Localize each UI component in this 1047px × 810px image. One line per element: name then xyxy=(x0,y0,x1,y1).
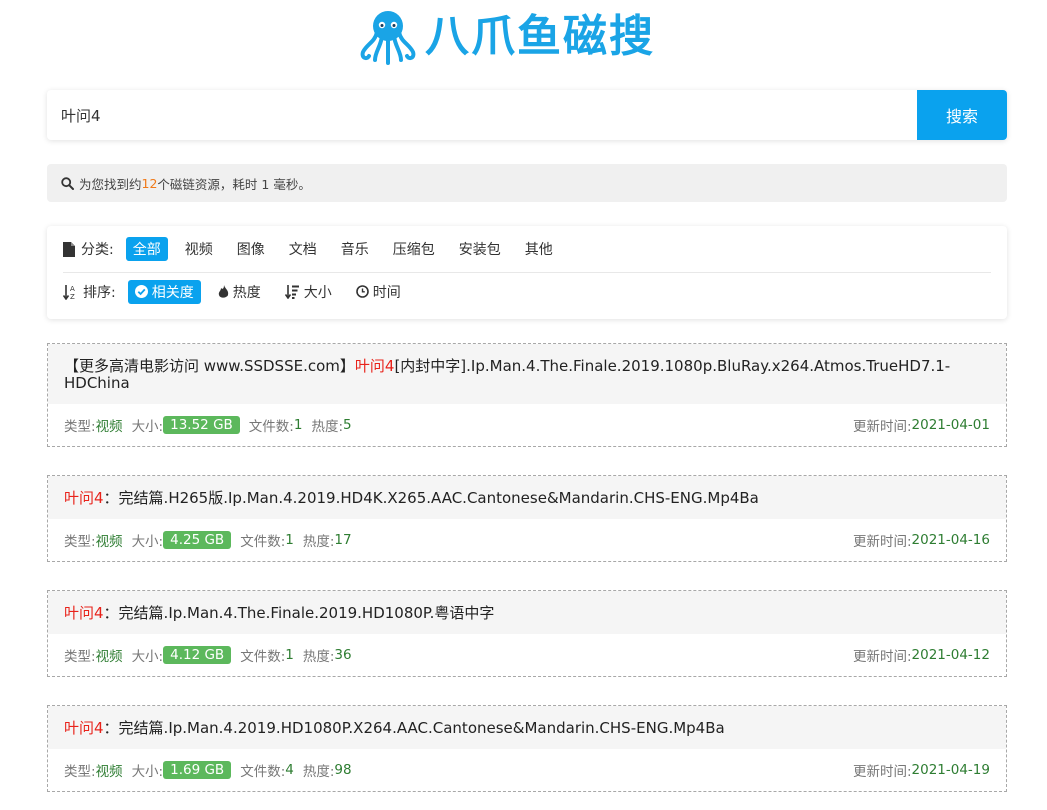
sort-time[interactable]: 时间 xyxy=(349,280,408,304)
category-all[interactable]: 全部 xyxy=(125,237,168,261)
category-installer[interactable]: 安装包 xyxy=(452,237,508,261)
search-button[interactable]: 搜索 xyxy=(917,90,1007,140)
result-meta: 类型: 视频 大小: 4.12 GB 文件数: 1 热度: 36 更新时间: 2021-0… xyxy=(64,646,990,665)
sort-alpha-icon: A Z xyxy=(63,284,75,300)
sort-heat[interactable]: 热度 xyxy=(211,280,268,304)
result-type: 视频 xyxy=(95,419,123,435)
result-summary: 为您找到约 12 个磁链资源，耗时 1 毫秒。 xyxy=(47,164,1007,202)
result-title[interactable]: 【更多高清电影访问 www.SSDSSE.com】叶问4[内封中字].Ip.Ma… xyxy=(48,344,1006,404)
sort-size[interactable]: 大小 xyxy=(278,280,339,304)
result-type: 视频 xyxy=(95,764,123,780)
sort-size-icon xyxy=(284,285,299,299)
result-meta: 类型: 视频 大小: 13.52 GB 文件数: 1 热度: 5 更新时间: 2021-0… xyxy=(64,416,990,435)
result-title[interactable]: 叶问4：完结篇.Ip.Man.4.2019.HD1080P.X264.AAC.C… xyxy=(48,706,1006,749)
update-date: 2021-04-19 xyxy=(911,762,990,778)
result-type: 视频 xyxy=(95,534,123,550)
category-archive[interactable]: 压缩包 xyxy=(386,237,442,261)
heat-value: 17 xyxy=(334,532,352,548)
file-icon xyxy=(63,241,75,257)
result-title[interactable]: 叶问4：完结篇.H265版.Ip.Man.4.2019.HD4K.X265.AA… xyxy=(48,476,1006,519)
result-item: 【更多高清电影访问 www.SSDSSE.com】叶问4[内封中字].Ip.Ma… xyxy=(47,343,1007,447)
update-date: 2021-04-12 xyxy=(911,647,990,663)
filter-panel: 分类: 全部 视频 图像 文档 音乐 压缩包 安装包 其他 A Z 排序: 相关… xyxy=(47,226,1007,319)
logo-text: 八爪鱼磁搜 xyxy=(425,11,655,62)
result-meta: 类型: 视频 大小: 4.25 GB 文件数: 1 热度: 17 更新时间: 2021-0… xyxy=(64,531,990,550)
result-item: 叶问4：完结篇.Ip.Man.4.The.Finale.2019.HD1080P… xyxy=(47,590,1007,677)
result-item: 叶问4：完结篇.H265版.Ip.Man.4.2019.HD4K.X265.AA… xyxy=(47,475,1007,562)
heat-value: 5 xyxy=(343,417,352,433)
heat-value: 98 xyxy=(334,762,352,778)
size-badge: 13.52 GB xyxy=(163,416,240,434)
check-circle-icon xyxy=(134,285,148,298)
result-count: 12 xyxy=(141,175,158,191)
category-document[interactable]: 文档 xyxy=(282,237,324,261)
category-filter-row: 分类: 全部 视频 图像 文档 音乐 压缩包 安装包 其他 xyxy=(63,226,991,272)
category-music[interactable]: 音乐 xyxy=(334,237,376,261)
update-date: 2021-04-01 xyxy=(911,417,990,433)
category-label: 分类: xyxy=(63,239,114,259)
result-item: 叶问4：完结篇.Ip.Man.4.2019.HD1080P.X264.AAC.C… xyxy=(47,705,1007,792)
category-image[interactable]: 图像 xyxy=(230,237,272,261)
size-badge: 4.12 GB xyxy=(163,646,232,664)
octopus-logo-icon xyxy=(360,11,416,65)
result-type: 视频 xyxy=(95,649,123,665)
svg-text:Z: Z xyxy=(70,293,75,300)
fire-icon xyxy=(218,284,228,298)
file-count: 4 xyxy=(285,762,294,778)
sort-label: A Z 排序: xyxy=(63,282,116,302)
update-date: 2021-04-16 xyxy=(911,532,990,548)
sort-relevance[interactable]: 相关度 xyxy=(127,279,201,304)
result-meta: 类型: 视频 大小: 1.69 GB 文件数: 4 热度: 98 更新时间: 2021-0… xyxy=(64,761,990,780)
file-count: 1 xyxy=(285,532,294,548)
svg-text:A: A xyxy=(70,285,75,293)
search-icon xyxy=(61,176,74,190)
search-input[interactable] xyxy=(47,90,917,140)
search-bar: 搜索 xyxy=(47,90,1007,140)
clock-icon xyxy=(355,285,369,298)
category-other[interactable]: 其他 xyxy=(518,237,560,261)
file-count: 1 xyxy=(293,417,303,433)
category-video[interactable]: 视频 xyxy=(178,237,220,261)
file-count: 1 xyxy=(285,647,294,663)
heat-value: 36 xyxy=(334,647,352,663)
size-badge: 1.69 GB xyxy=(163,761,232,779)
size-badge: 4.25 GB xyxy=(163,531,232,549)
result-title[interactable]: 叶问4：完结篇.Ip.Man.4.The.Finale.2019.HD1080P… xyxy=(48,591,1006,634)
site-logo[interactable]: 八爪鱼磁搜 xyxy=(357,6,655,68)
summary-prefix: 为您找到约 xyxy=(79,176,142,192)
sort-filter-row: A Z 排序: 相关度 热度 大小 时间 xyxy=(63,272,991,310)
summary-suffix: 个磁链资源，耗时 1 毫秒。 xyxy=(157,176,311,192)
